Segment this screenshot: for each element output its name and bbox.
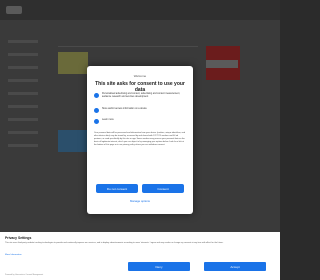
article-thumbnail <box>58 52 88 74</box>
divider <box>58 46 198 47</box>
person-icon <box>94 93 99 98</box>
purpose-text: Personalised advertising and content, ad… <box>102 93 181 98</box>
powered-by-label: Powered by Usercentrics Consent Manageme… <box>5 274 44 276</box>
more-information-link[interactable]: More Information <box>5 254 22 256</box>
deny-button[interactable]: Deny <box>128 262 190 271</box>
dialog-title: This site asks for consent to use your d… <box>95 81 185 93</box>
privacy-title: Privacy Settings <box>5 236 32 240</box>
dialog-body: Your personal data will be processed and… <box>94 132 185 146</box>
site-logo <box>6 6 22 14</box>
learn-more-link[interactable]: Learn more <box>94 119 186 124</box>
device-icon <box>94 108 99 113</box>
do-not-consent-button[interactable]: Do not consent <box>96 184 138 193</box>
consent-dialog: Welcome This site asks for consent to us… <box>87 66 193 214</box>
promo-text <box>206 60 238 68</box>
purpose-text: Store and/or access information on a dev… <box>102 108 147 110</box>
purpose-item: Store and/or access information on a dev… <box>94 108 186 113</box>
site-header <box>0 0 280 20</box>
privacy-body: This site uses third-party website track… <box>5 242 224 244</box>
learn-more-label: Learn more <box>102 119 114 121</box>
sidebar <box>0 30 52 240</box>
accept-button[interactable]: Accept <box>204 262 266 271</box>
purpose-item: Personalised advertising and content, ad… <box>94 93 186 99</box>
article-thumbnail <box>58 130 88 152</box>
expand-icon <box>94 119 99 124</box>
welcome-label: Welcome <box>133 74 147 78</box>
manage-options-link[interactable]: Manage options <box>87 199 193 203</box>
privacy-settings-bar: Privacy Settings This site uses third-pa… <box>0 232 280 280</box>
consent-button[interactable]: Consent <box>142 184 184 193</box>
